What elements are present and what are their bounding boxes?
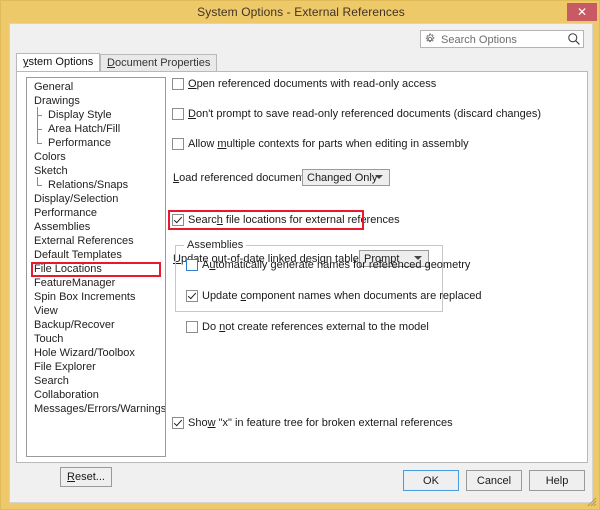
tree-item-performance[interactable]: Performance bbox=[27, 206, 165, 220]
tree-item-touch[interactable]: Touch bbox=[27, 332, 165, 346]
tree-item-search[interactable]: Search bbox=[27, 374, 165, 388]
tree-item-display-selection[interactable]: Display/Selection bbox=[27, 192, 165, 206]
tab-document-properties[interactable]: Document Properties bbox=[100, 54, 217, 71]
dialog-window: System Options - External References ✕ y… bbox=[0, 0, 600, 510]
search-icon[interactable] bbox=[567, 32, 581, 46]
close-button[interactable]: ✕ bbox=[567, 3, 597, 21]
tab-system-options[interactable]: ystem Options bbox=[16, 53, 100, 71]
tree-item-default-templates[interactable]: Default Templates bbox=[27, 248, 165, 262]
tab-document-properties-label: ocument Properties bbox=[115, 57, 210, 69]
option-auto-generate-names[interactable]: Automatically generate names for referen… bbox=[186, 258, 452, 273]
tree-item-relations-snaps[interactable]: Relations/Snaps bbox=[27, 178, 165, 192]
dialog-footer: OK Cancel Help bbox=[10, 462, 592, 502]
update-component-names-label: Update component names when documents ar… bbox=[202, 290, 481, 303]
tree-item-external-references[interactable]: External References bbox=[27, 234, 165, 248]
tree-item-assemblies[interactable]: Assemblies bbox=[27, 220, 165, 234]
option-update-component-names[interactable]: Update component names when documents ar… bbox=[186, 289, 452, 304]
tree-item-drawings[interactable]: Drawings bbox=[27, 94, 165, 108]
option-allow-multiple-contexts[interactable]: Allow multiple contexts for parts when e… bbox=[172, 137, 580, 152]
tree-item-file-explorer[interactable]: File Explorer bbox=[27, 360, 165, 374]
show-x-broken-checkbox[interactable] bbox=[172, 417, 184, 429]
dont-prompt-save-label: Don't prompt to save read-only reference… bbox=[188, 108, 541, 121]
tree-item-featuremanager[interactable]: FeatureManager bbox=[27, 276, 165, 290]
tree-item-label: Area Hatch/Fill bbox=[48, 123, 120, 135]
tab-strip: ystem Options Document Properties bbox=[16, 54, 588, 71]
search-file-locations-label: Search file locations for external refer… bbox=[188, 214, 400, 227]
tree-connector-icon bbox=[37, 108, 45, 122]
options-content: Open referenced documents with read-only… bbox=[172, 77, 580, 188]
tree-item-messages-errors-warnings[interactable]: Messages/Errors/Warnings bbox=[27, 402, 165, 416]
auto-generate-names-label: Automatically generate names for referen… bbox=[202, 259, 470, 272]
auto-generate-names-checkbox[interactable] bbox=[186, 259, 198, 271]
load-referenced-select[interactable]: Changed Only bbox=[302, 169, 390, 186]
show-x-broken-label: Show "x" in feature tree for broken exte… bbox=[188, 417, 453, 430]
option-open-readonly[interactable]: Open referenced documents with read-only… bbox=[172, 77, 580, 92]
tree-item-label: Display Style bbox=[48, 109, 112, 121]
tab-document-properties-accel: D bbox=[107, 57, 115, 69]
tree-item-label: Performance bbox=[48, 137, 111, 149]
tab-system-options-label: stem Options bbox=[29, 56, 94, 68]
tree-item-display-style[interactable]: Display Style bbox=[27, 108, 165, 122]
open-readonly-label: Open referenced documents with read-only… bbox=[188, 78, 436, 91]
options-panel: General Drawings Display Style Area Hatc… bbox=[16, 71, 588, 463]
option-show-x-broken[interactable]: Show "x" in feature tree for broken exte… bbox=[172, 416, 580, 431]
update-component-names-checkbox[interactable] bbox=[186, 290, 198, 302]
tree-item-label: Relations/Snaps bbox=[48, 179, 128, 191]
tree-connector-icon bbox=[37, 136, 45, 150]
tree-item-collaboration[interactable]: Collaboration bbox=[27, 388, 165, 402]
tree-item-hole-wizard-toolbox[interactable]: Hole Wizard/Toolbox bbox=[27, 346, 165, 360]
resize-grip[interactable] bbox=[585, 495, 597, 507]
allow-multiple-contexts-label: Allow multiple contexts for parts when e… bbox=[188, 138, 469, 151]
help-button[interactable]: Help bbox=[529, 470, 585, 491]
option-search-file-locations[interactable]: Search file locations for external refer… bbox=[172, 213, 580, 228]
open-readonly-checkbox[interactable] bbox=[172, 78, 184, 90]
tree-item-sketch[interactable]: Sketch bbox=[27, 164, 165, 178]
assemblies-group: Assemblies Automatically generate names … bbox=[175, 245, 443, 312]
load-referenced-combo-wrap[interactable]: Changed Only bbox=[302, 169, 390, 186]
ok-button[interactable]: OK bbox=[403, 470, 459, 491]
tree-item-spin-box-increments[interactable]: Spin Box Increments bbox=[27, 290, 165, 304]
tree-item-area-hatch-fill[interactable]: Area Hatch/Fill bbox=[27, 122, 165, 136]
gear-icon bbox=[424, 33, 436, 45]
search-file-locations-checkbox[interactable] bbox=[172, 214, 184, 226]
allow-multiple-contexts-checkbox[interactable] bbox=[172, 138, 184, 150]
do-not-create-refs-label: Do not create references external to the… bbox=[202, 321, 429, 334]
options-tree[interactable]: General Drawings Display Style Area Hatc… bbox=[26, 77, 166, 457]
tree-connector-icon bbox=[37, 122, 45, 136]
tree-item-colors[interactable]: Colors bbox=[27, 150, 165, 164]
tree-item-general[interactable]: General bbox=[27, 80, 165, 94]
tree-item-drawings-performance[interactable]: Performance bbox=[27, 136, 165, 150]
do-not-create-refs-checkbox[interactable] bbox=[186, 321, 198, 333]
search-box[interactable] bbox=[420, 30, 584, 48]
window-title: System Options - External References bbox=[1, 5, 600, 19]
cancel-button[interactable]: Cancel bbox=[466, 470, 522, 491]
tree-item-backup-recover[interactable]: Backup/Recover bbox=[27, 318, 165, 332]
tree-item-file-locations[interactable]: File Locations bbox=[27, 262, 165, 276]
tree-connector-icon bbox=[37, 178, 45, 192]
assemblies-group-legend: Assemblies bbox=[184, 239, 246, 251]
title-bar: System Options - External References ✕ bbox=[1, 1, 600, 23]
option-dont-prompt-save[interactable]: Don't prompt to save read-only reference… bbox=[172, 107, 580, 122]
dialog-body: ystem Options Document Properties Genera… bbox=[9, 23, 593, 503]
tree-item-view[interactable]: View bbox=[27, 304, 165, 318]
option-do-not-create-refs[interactable]: Do not create references external to the… bbox=[186, 320, 452, 335]
dont-prompt-save-checkbox[interactable] bbox=[172, 108, 184, 120]
load-referenced-label: Load referenced documents: bbox=[173, 172, 313, 184]
search-input[interactable] bbox=[439, 31, 565, 49]
option-load-referenced: Load referenced documents: Changed Only bbox=[172, 170, 580, 188]
